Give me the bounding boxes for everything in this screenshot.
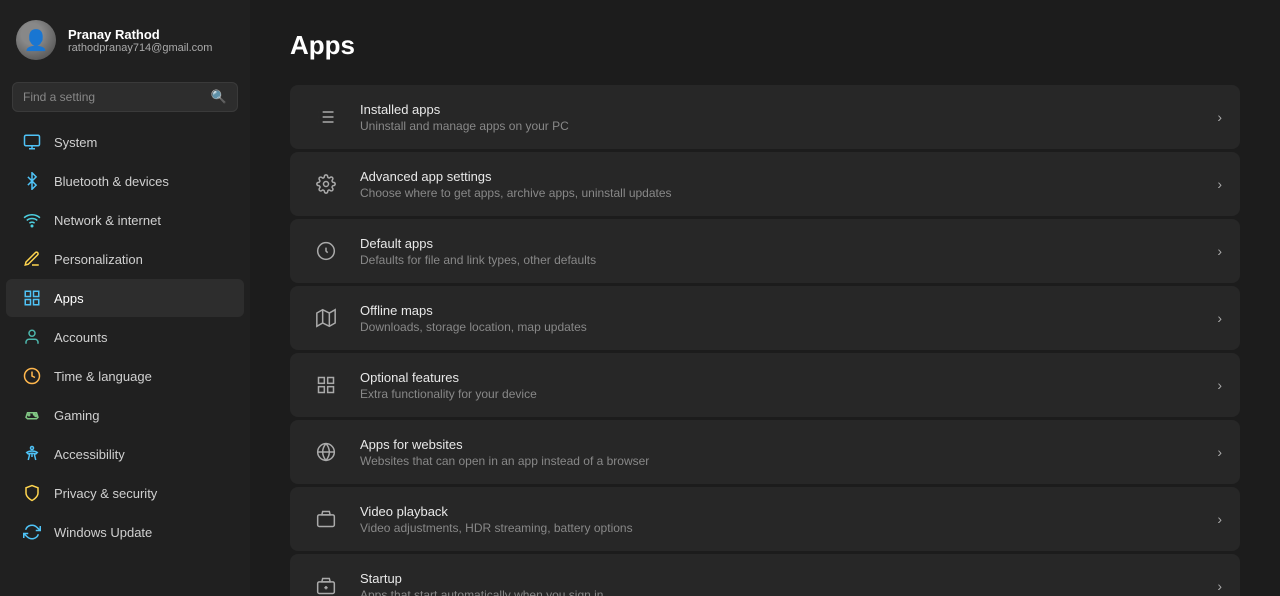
sidebar-item-label-privacy: Privacy & security [54,486,228,501]
optional-features-icon [308,367,344,403]
search-container: 🔍 [0,76,250,122]
user-name: Pranay Rathod [68,27,212,42]
sidebar-item-accounts[interactable]: Accounts [6,318,244,356]
time-icon [22,366,42,386]
privacy-icon [22,483,42,503]
system-icon [22,132,42,152]
sidebar-item-time[interactable]: Time & language [6,357,244,395]
main-content: Apps Installed apps Uninstall and manage … [250,0,1280,596]
user-profile[interactable]: 👤 Pranay Rathod rathodpranay714@gmail.co… [0,0,250,76]
settings-item-advanced-app-settings[interactable]: Advanced app settings Choose where to get… [290,152,1240,216]
sidebar-item-label-bluetooth: Bluetooth & devices [54,174,228,189]
sidebar-item-system[interactable]: System [6,123,244,161]
sidebar-item-label-windows-update: Windows Update [54,525,228,540]
default-apps-chevron-icon: › [1217,243,1222,259]
offline-maps-icon [308,300,344,336]
video-playback-icon [308,501,344,537]
sidebar-item-label-system: System [54,135,228,150]
settings-item-default-apps[interactable]: Default apps Defaults for file and link t… [290,219,1240,283]
apps-for-websites-title: Apps for websites [360,437,1207,452]
windows-update-icon [22,522,42,542]
installed-apps-icon [308,99,344,135]
sidebar-item-windows-update[interactable]: Windows Update [6,513,244,551]
sidebar-item-label-accessibility: Accessibility [54,447,228,462]
accounts-icon [22,327,42,347]
sidebar-item-personalization[interactable]: Personalization [6,240,244,278]
apps-icon [22,288,42,308]
startup-chevron-icon: › [1217,578,1222,594]
settings-item-installed-apps[interactable]: Installed apps Uninstall and manage apps … [290,85,1240,149]
offline-maps-description: Downloads, storage location, map updates [360,320,1207,334]
advanced-app-settings-text: Advanced app settings Choose where to get… [360,169,1207,200]
sidebar-item-gaming[interactable]: Gaming [6,396,244,434]
sidebar-item-bluetooth[interactable]: Bluetooth & devices [6,162,244,200]
sidebar-item-label-time: Time & language [54,369,228,384]
search-input[interactable] [23,90,203,104]
installed-apps-description: Uninstall and manage apps on your PC [360,119,1207,133]
offline-maps-title: Offline maps [360,303,1207,318]
search-icon: 🔍 [211,89,227,105]
sidebar-item-label-network: Network & internet [54,213,228,228]
video-playback-description: Video adjustments, HDR streaming, batter… [360,521,1207,535]
settings-list: Installed apps Uninstall and manage apps … [290,85,1240,596]
startup-icon [308,568,344,596]
page-title: Apps [290,30,1240,61]
installed-apps-text: Installed apps Uninstall and manage apps … [360,102,1207,133]
startup-title: Startup [360,571,1207,586]
bluetooth-icon [22,171,42,191]
offline-maps-text: Offline maps Downloads, storage location,… [360,303,1207,334]
settings-item-offline-maps[interactable]: Offline maps Downloads, storage location,… [290,286,1240,350]
settings-item-video-playback[interactable]: Video playback Video adjustments, HDR str… [290,487,1240,551]
sidebar-item-accessibility[interactable]: Accessibility [6,435,244,473]
avatar: 👤 [16,20,56,60]
apps-for-websites-text: Apps for websites Websites that can open … [360,437,1207,468]
sidebar-item-network[interactable]: Network & internet [6,201,244,239]
optional-features-description: Extra functionality for your device [360,387,1207,401]
optional-features-title: Optional features [360,370,1207,385]
default-apps-icon [308,233,344,269]
settings-item-optional-features[interactable]: Optional features Extra functionality for… [290,353,1240,417]
search-box[interactable]: 🔍 [12,82,238,112]
user-email: rathodpranay714@gmail.com [68,42,212,54]
startup-text: Startup Apps that start automatically whe… [360,571,1207,596]
optional-features-text: Optional features Extra functionality for… [360,370,1207,401]
advanced-app-settings-title: Advanced app settings [360,169,1207,184]
video-playback-title: Video playback [360,504,1207,519]
optional-features-chevron-icon: › [1217,377,1222,393]
video-playback-text: Video playback Video adjustments, HDR str… [360,504,1207,535]
default-apps-text: Default apps Defaults for file and link t… [360,236,1207,267]
settings-item-startup[interactable]: Startup Apps that start automatically whe… [290,554,1240,596]
advanced-app-settings-chevron-icon: › [1217,176,1222,192]
startup-description: Apps that start automatically when you s… [360,588,1207,596]
user-info: Pranay Rathod rathodpranay714@gmail.com [68,27,212,54]
settings-item-apps-for-websites[interactable]: Apps for websites Websites that can open … [290,420,1240,484]
sidebar-item-label-apps: Apps [54,291,228,306]
installed-apps-chevron-icon: › [1217,109,1222,125]
apps-for-websites-description: Websites that can open in an app instead… [360,454,1207,468]
personalization-icon [22,249,42,269]
video-playback-chevron-icon: › [1217,511,1222,527]
offline-maps-chevron-icon: › [1217,310,1222,326]
sidebar: 👤 Pranay Rathod rathodpranay714@gmail.co… [0,0,250,596]
default-apps-description: Defaults for file and link types, other … [360,253,1207,267]
apps-for-websites-icon [308,434,344,470]
sidebar-item-label-accounts: Accounts [54,330,228,345]
sidebar-item-apps[interactable]: Apps [6,279,244,317]
sidebar-item-label-personalization: Personalization [54,252,228,267]
gaming-icon [22,405,42,425]
network-icon [22,210,42,230]
installed-apps-title: Installed apps [360,102,1207,117]
avatar-image: 👤 [16,20,56,60]
advanced-app-settings-icon [308,166,344,202]
default-apps-title: Default apps [360,236,1207,251]
advanced-app-settings-description: Choose where to get apps, archive apps, … [360,186,1207,200]
sidebar-item-privacy[interactable]: Privacy & security [6,474,244,512]
nav-list: System Bluetooth & devices Network & inter… [0,122,250,552]
apps-for-websites-chevron-icon: › [1217,444,1222,460]
sidebar-item-label-gaming: Gaming [54,408,228,423]
accessibility-icon [22,444,42,464]
